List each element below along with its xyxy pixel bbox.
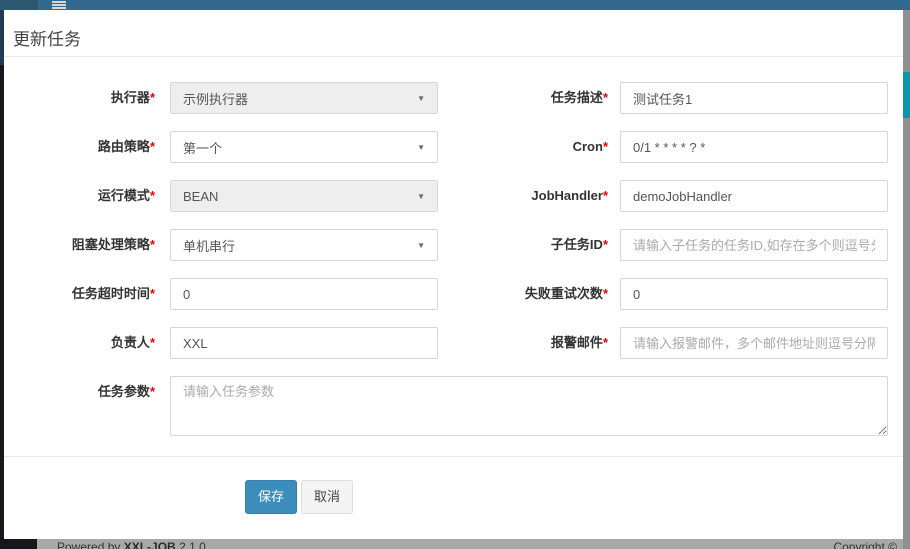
form-row: 执行器* 示例执行器 ▼ 任务描述* xyxy=(4,82,903,114)
alarm-email-input[interactable] xyxy=(620,327,888,359)
job-desc-label: 任务描述* xyxy=(438,82,608,114)
author-label: 负责人* xyxy=(15,327,155,359)
caret-down-icon: ▼ xyxy=(417,143,425,152)
caret-down-icon: ▼ xyxy=(417,192,425,201)
modal-title: 更新任务 xyxy=(13,30,888,50)
route-strategy-select[interactable]: 第一个 ▼ xyxy=(170,131,438,163)
fail-retry-input[interactable] xyxy=(620,278,888,310)
powered-by-text: Powered by XXL-JOB 2.1.0 xyxy=(57,540,206,549)
job-param-textarea[interactable] xyxy=(170,376,888,436)
copyright-text: Copyright © xyxy=(833,540,897,549)
update-job-form: 执行器* 示例执行器 ▼ 任务描述* 路由策略* 第一个 ▼ Cron* xyxy=(4,57,903,514)
page-footer: Powered by XXL-JOB 2.1.0 Copyright © xyxy=(0,539,903,549)
form-row: 任务超时时间* 失败重试次数* xyxy=(4,278,903,310)
form-row: 路由策略* 第一个 ▼ Cron* xyxy=(4,131,903,163)
block-strategy-select[interactable]: 单机串行 ▼ xyxy=(170,229,438,261)
caret-down-icon: ▼ xyxy=(417,94,425,103)
save-button[interactable]: 保存 xyxy=(245,480,297,514)
job-handler-label: JobHandler* xyxy=(438,180,608,212)
glue-type-select[interactable]: BEAN ▼ xyxy=(170,180,438,212)
timeout-input[interactable] xyxy=(170,278,438,310)
route-strategy-select-value: 第一个 xyxy=(183,138,222,157)
footer-divider xyxy=(4,456,903,457)
sidebar-bottom-sliver xyxy=(0,539,37,549)
form-row: 负责人* 报警邮件* xyxy=(4,327,903,359)
cancel-button[interactable]: 取消 xyxy=(301,480,353,514)
author-input[interactable] xyxy=(170,327,438,359)
hamburger-menu-icon[interactable] xyxy=(52,1,66,10)
cron-label: Cron* xyxy=(438,131,608,163)
child-jobid-label: 子任务ID* xyxy=(438,229,608,261)
modal-buttons: 保存 取消 xyxy=(245,480,903,514)
caret-down-icon: ▼ xyxy=(417,241,425,250)
scrollbar-thumb[interactable] xyxy=(903,72,910,118)
form-row: 阻塞处理策略* 单机串行 ▼ 子任务ID* xyxy=(4,229,903,261)
job-param-label: 任务参数* xyxy=(15,376,155,436)
modal-header: 更新任务 xyxy=(4,10,903,57)
glue-type-select-value: BEAN xyxy=(183,189,218,204)
executor-label: 执行器* xyxy=(15,82,155,114)
timeout-label: 任务超时时间* xyxy=(15,278,155,310)
vertical-scrollbar[interactable] xyxy=(903,10,910,549)
fail-retry-label: 失败重试次数* xyxy=(438,278,608,310)
form-row: 运行模式* BEAN ▼ JobHandler* xyxy=(4,180,903,212)
job-desc-input[interactable] xyxy=(620,82,888,114)
block-strategy-select-value: 单机串行 xyxy=(183,236,235,255)
job-handler-input[interactable] xyxy=(620,180,888,212)
brand-name: XXL-JOB xyxy=(124,540,176,549)
navbar-logo-area xyxy=(0,0,38,10)
glue-type-label: 运行模式* xyxy=(15,180,155,212)
executor-select-value: 示例执行器 xyxy=(183,89,248,108)
executor-select[interactable]: 示例执行器 ▼ xyxy=(170,82,438,114)
update-job-modal: 更新任务 执行器* 示例执行器 ▼ 任务描述* 路由策略* 第一个 ▼ xyxy=(4,10,903,539)
alarm-email-label: 报警邮件* xyxy=(438,327,608,359)
cron-input[interactable] xyxy=(620,131,888,163)
route-strategy-label: 路由策略* xyxy=(15,131,155,163)
block-strategy-label: 阻塞处理策略* xyxy=(15,229,155,261)
form-row: 任务参数* xyxy=(4,376,903,436)
top-navbar xyxy=(0,0,910,10)
child-jobid-input[interactable] xyxy=(620,229,888,261)
